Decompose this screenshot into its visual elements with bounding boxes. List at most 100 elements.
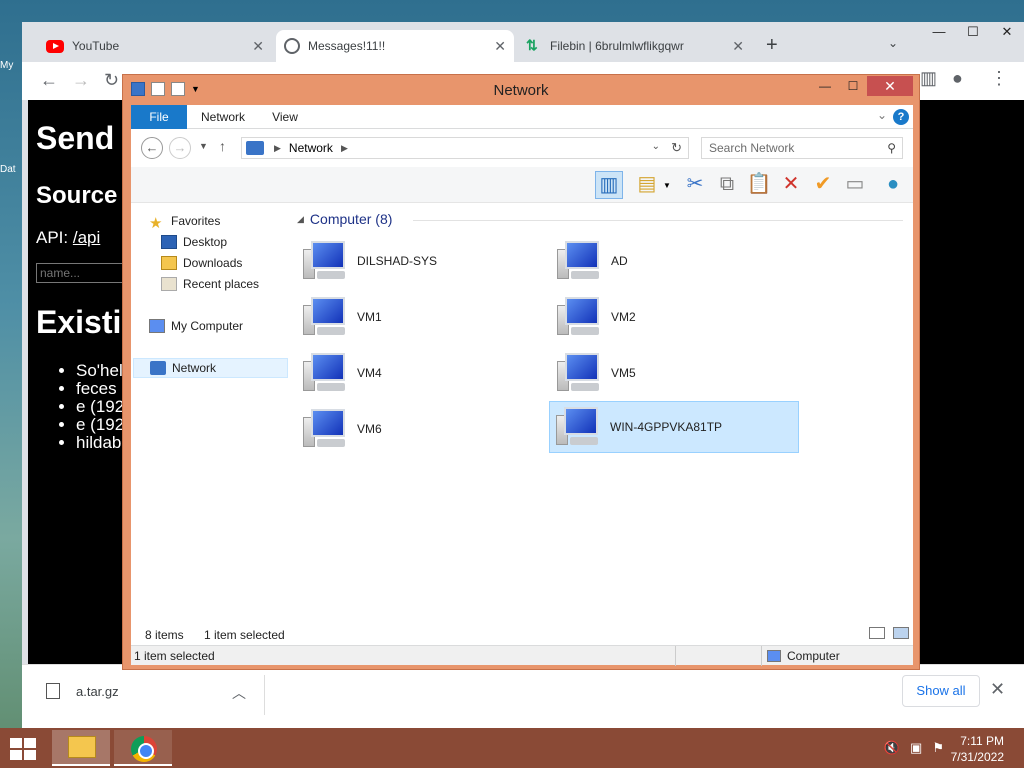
large-icons-view-icon[interactable] [893, 627, 909, 639]
tab-youtube[interactable]: YouTube ✕ [38, 30, 272, 62]
nav-desktop[interactable]: Desktop [161, 232, 227, 252]
computer-tile[interactable]: VM5 [551, 347, 801, 399]
close-icon[interactable]: ✕ [990, 679, 1005, 700]
minimize-button[interactable]: — [811, 76, 839, 96]
nav-network[interactable]: Network [133, 358, 288, 378]
network-globe-icon[interactable]: ● [879, 171, 907, 199]
close-button[interactable]: ✕ [867, 76, 913, 96]
taskbar-file-explorer[interactable] [52, 730, 110, 766]
content-pane: ◢ Computer (8) DILSHAD-SYS AD VM1 VM2 VM… [291, 205, 913, 623]
search-icon[interactable]: ⚲ [887, 138, 896, 158]
paste-icon[interactable]: 📋 [745, 171, 773, 199]
divider [761, 646, 762, 666]
close-icon[interactable]: ✕ [732, 38, 744, 55]
folder-options-icon[interactable]: ▤ [633, 171, 661, 199]
chevron-down-icon[interactable]: ▼ [663, 181, 671, 190]
maximize-button[interactable]: ☐ [839, 76, 867, 96]
computer-icon [149, 319, 165, 333]
chevron-right-icon[interactable]: ▶ [341, 143, 348, 154]
nav-favorites[interactable]: ★ Favorites [149, 211, 220, 232]
delete-icon[interactable]: ✕ [777, 171, 805, 199]
refresh-icon[interactable]: ↻ [671, 140, 682, 156]
forward-icon[interactable]: → [72, 70, 90, 91]
chevron-down-icon[interactable]: ▼ [199, 141, 208, 151]
minimize-button[interactable]: — [922, 22, 956, 44]
clock[interactable]: 7:11 PM 7/31/2022 [951, 733, 1004, 765]
back-icon[interactable]: ← [141, 137, 163, 159]
globe-icon [284, 38, 300, 54]
nav-my-computer[interactable]: My Computer [149, 316, 243, 336]
computer-tile[interactable]: VM4 [297, 347, 547, 399]
computer-tile[interactable]: DILSHAD-SYS [297, 235, 547, 287]
chevron-down-icon[interactable]: ⌄ [877, 108, 887, 122]
download-file-name: a.tar.gz [76, 683, 119, 699]
back-icon[interactable]: ← [40, 70, 58, 91]
close-button[interactable]: ✕ [990, 22, 1024, 44]
tab-messages[interactable]: Messages!11!! ✕ [276, 30, 514, 62]
name-input[interactable] [36, 263, 126, 283]
computer-name: VM1 [357, 310, 382, 324]
computer-tile[interactable]: VM1 [297, 291, 547, 343]
reload-icon[interactable]: ↻ [104, 70, 119, 91]
computer-icon [556, 407, 600, 447]
details-view-icon[interactable] [869, 627, 885, 639]
preview-pane-icon[interactable]: ▥ [595, 171, 623, 199]
tab-view[interactable]: View [259, 105, 311, 129]
tab-filebin[interactable]: ⇅ Filebin | 6brulmlwflikgqwr ✕ [518, 30, 752, 62]
maximize-button[interactable]: ☐ [956, 22, 990, 44]
folder-icon [68, 736, 96, 758]
search-input[interactable]: Search Network ⚲ [701, 137, 903, 159]
forward-icon[interactable]: → [169, 137, 191, 159]
desktop-icon-label[interactable]: Dat [0, 164, 22, 175]
address-bar[interactable]: ▶ Network ▶ ⌄ ↻ [241, 137, 689, 159]
close-icon[interactable]: ✕ [494, 38, 506, 55]
download-item[interactable]: a.tar.gz [46, 683, 119, 699]
chevron-down-icon[interactable]: ⌄ [652, 141, 660, 152]
page-heading-send: Send [36, 120, 115, 156]
collapse-icon[interactable]: ◢ [297, 214, 304, 225]
help-icon[interactable]: ? [893, 109, 909, 125]
group-header[interactable]: ◢ Computer (8) [297, 211, 392, 227]
api-label: API: [36, 228, 69, 247]
computer-tile[interactable]: VM2 [551, 291, 801, 343]
computer-tile[interactable]: VM6 [297, 403, 547, 455]
nav-label: My Computer [171, 319, 244, 333]
copy-icon[interactable]: ⧉ [713, 171, 741, 199]
explorer-titlebar[interactable]: ▼ Network — ☐ ✕ [123, 75, 919, 105]
close-icon[interactable]: ✕ [252, 38, 264, 55]
network-tray-icon[interactable]: ▣ [910, 740, 922, 756]
sidepanel-icon[interactable]: ▥ [920, 68, 937, 89]
status-bar: 1 item selected Computer [131, 645, 913, 666]
computer-tile-selected[interactable]: WIN-4GPPVKA81TP [549, 401, 799, 453]
rename-icon[interactable]: ▭ [841, 171, 869, 199]
computer-name: WIN-4GPPVKA81TP [610, 420, 723, 434]
tab-network[interactable]: Network [195, 105, 251, 129]
breadcrumb-network[interactable]: Network [289, 141, 333, 155]
profile-icon[interactable]: ● [952, 68, 963, 89]
window-controls: — ☐ ✕ [811, 76, 913, 96]
new-tab-button[interactable]: + [766, 34, 778, 57]
computer-tile[interactable]: AD [551, 235, 801, 287]
desktop-icon-label[interactable]: My [0, 60, 22, 71]
up-arrow-icon[interactable]: ↑ [219, 138, 226, 154]
computer-name: VM4 [357, 366, 382, 380]
windows-start-icon[interactable] [10, 738, 38, 760]
chevron-down-icon[interactable]: ⌄ [888, 36, 898, 50]
action-center-icon[interactable]: ⚑ [932, 740, 944, 756]
menu-icon[interactable]: ⋮ [990, 68, 1008, 89]
computer-icon [303, 353, 347, 393]
nav-downloads[interactable]: Downloads [161, 253, 242, 273]
api-link[interactable]: /api [73, 228, 100, 247]
chevron-up-icon[interactable]: ︿ [232, 683, 246, 703]
volume-muted-icon[interactable]: 🔇 [884, 740, 900, 756]
nav-recent-places[interactable]: Recent places [161, 274, 259, 294]
item-count: 8 items [145, 628, 184, 642]
divider [675, 646, 676, 666]
taskbar-chrome[interactable] [114, 730, 172, 766]
details-status: 8 items 1 item selected [131, 623, 913, 645]
show-all-button[interactable]: Show all [902, 675, 980, 707]
page-heading-source: Source [36, 182, 118, 209]
tab-file[interactable]: File [131, 105, 187, 129]
cut-icon[interactable]: ✂ [681, 171, 709, 199]
checkmark-icon[interactable]: ✔ [809, 171, 837, 199]
